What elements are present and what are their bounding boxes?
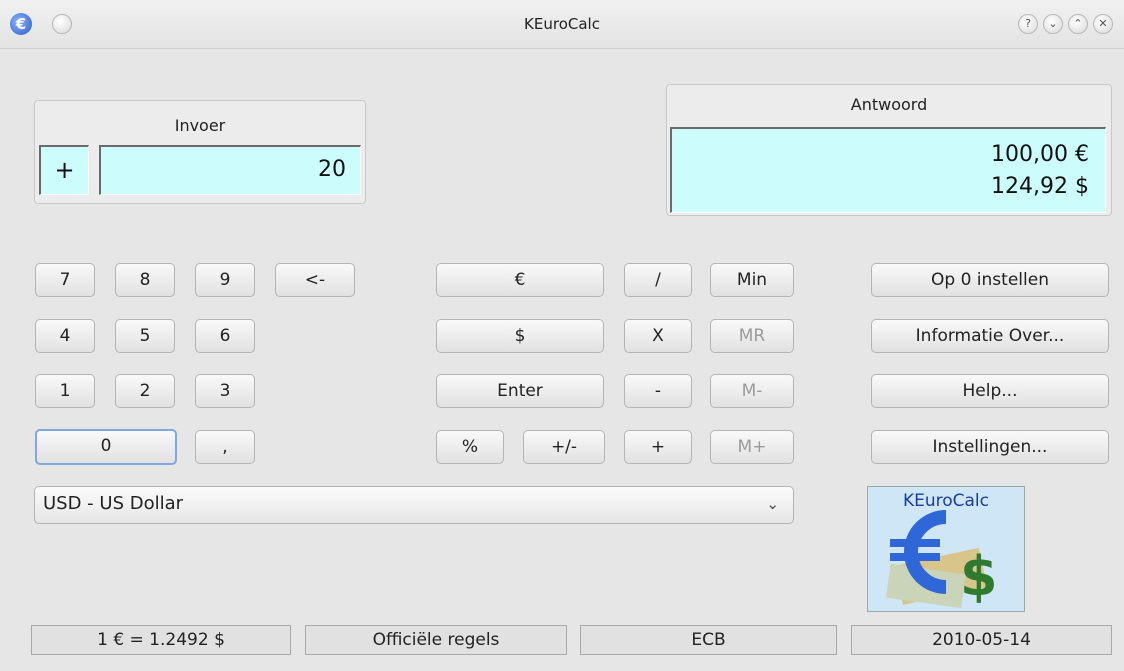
answer-euro: 100,00 € — [991, 142, 1089, 167]
status-rules: Officiële regels — [305, 625, 567, 655]
chevron-down-icon: ⌄ — [766, 495, 779, 513]
answer-group-title: Antwoord — [850, 95, 928, 114]
logo-text: KEuroCalc — [902, 491, 990, 511]
memory-in-button[interactable]: Min — [710, 263, 794, 297]
multiply-button[interactable]: X — [624, 319, 692, 353]
percent-button[interactable]: % — [436, 430, 504, 464]
currency-select[interactable]: USD - US Dollar ⌄ — [34, 486, 794, 524]
key-9[interactable]: 9 — [195, 263, 255, 297]
input-display: 20 — [99, 145, 361, 195]
settings-button[interactable]: Instellingen... — [871, 430, 1109, 464]
memory-minus-button[interactable]: M- — [710, 374, 794, 408]
dollar-button[interactable]: $ — [436, 319, 604, 353]
minus-button[interactable]: - — [624, 374, 692, 408]
key-3[interactable]: 3 — [195, 374, 255, 408]
key-7[interactable]: 7 — [35, 263, 95, 297]
sign-display: + — [39, 145, 89, 195]
key-0[interactable]: 0 — [35, 429, 177, 465]
key-1[interactable]: 1 — [35, 374, 95, 408]
help-button[interactable]: Help... — [871, 374, 1109, 408]
key-4[interactable]: 4 — [35, 319, 95, 353]
key-6[interactable]: 6 — [195, 319, 255, 353]
answer-display: 100,00 € 124,92 $ — [670, 127, 1106, 213]
enter-button[interactable]: Enter — [436, 374, 604, 408]
answer-dollar: 124,92 $ — [991, 174, 1089, 199]
memory-recall-button[interactable]: MR — [710, 319, 794, 353]
help-icon[interactable]: ? — [1018, 14, 1038, 34]
answer-group: Antwoord 100,00 € 124,92 $ — [666, 84, 1112, 216]
key-5[interactable]: 5 — [115, 319, 175, 353]
plus-button[interactable]: + — [624, 430, 692, 464]
divide-button[interactable]: / — [624, 263, 692, 297]
close-icon[interactable]: ✕ — [1093, 14, 1113, 34]
svg-text:$: $ — [960, 545, 998, 608]
backspace-button[interactable]: <- — [275, 263, 355, 297]
status-source: ECB — [580, 625, 837, 655]
currency-select-value: USD - US Dollar — [43, 493, 184, 514]
title-bar: € KEuroCalc ? ⌄ ⌃ ✕ — [0, 0, 1124, 49]
status-rate: 1 € = 1.2492 $ — [31, 625, 291, 655]
input-group: Invoer + 20 — [34, 100, 366, 204]
window-title: KEuroCalc — [524, 15, 600, 33]
keurocalc-logo: $ KEuroCalc — [867, 486, 1025, 612]
input-group-title: Invoer — [174, 116, 226, 135]
plus-minus-button[interactable]: +/- — [523, 430, 605, 464]
reset-button[interactable]: Op 0 instellen — [871, 263, 1109, 297]
about-button[interactable]: Informatie Over... — [871, 319, 1109, 353]
maximize-icon[interactable]: ⌃ — [1068, 14, 1088, 34]
memory-plus-button[interactable]: M+ — [710, 430, 794, 464]
euro-button[interactable]: € — [436, 263, 604, 297]
minimize-icon[interactable]: ⌄ — [1043, 14, 1063, 34]
status-date: 2010-05-14 — [851, 625, 1112, 655]
comma-button[interactable]: , — [195, 430, 255, 464]
key-2[interactable]: 2 — [115, 374, 175, 408]
key-8[interactable]: 8 — [115, 263, 175, 297]
